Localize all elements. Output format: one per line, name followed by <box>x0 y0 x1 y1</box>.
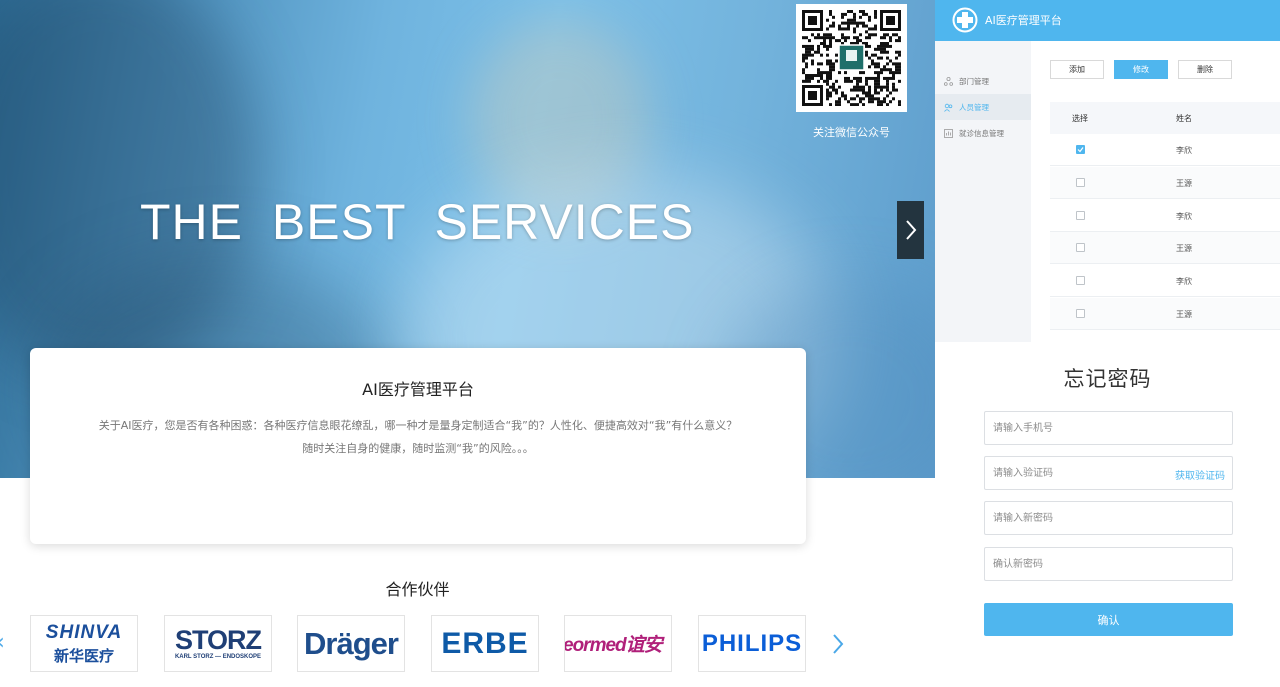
table-row[interactable]: 李欣 <box>1050 134 1280 166</box>
table-row[interactable]: 李欣 <box>1050 200 1280 232</box>
partners-next-button[interactable] <box>828 630 848 658</box>
table-header: 选择 姓名 <box>1050 102 1280 134</box>
partner-logo-drager[interactable]: Dräger <box>297 615 405 672</box>
intro-text: 随时关注自身的健康，随时监测“我”的风险。。。 <box>302 442 534 455</box>
forgot-password-title: 忘记密码 <box>1063 367 1152 391</box>
edit-button[interactable]: 修改 <box>1114 60 1168 79</box>
code-field: 获取验证码 <box>984 456 1233 490</box>
department-icon <box>944 76 953 86</box>
sidebar-item-label: 人员管理 <box>959 102 989 112</box>
table-row[interactable]: 李欣 <box>1050 265 1280 297</box>
row-checkbox[interactable] <box>1076 276 1085 285</box>
partner-logo-erbe[interactable]: ERBE <box>431 615 539 672</box>
row-checkbox[interactable] <box>1076 145 1085 154</box>
row-name: 王源 <box>1176 179 1192 188</box>
row-checkbox[interactable] <box>1076 309 1085 318</box>
sidebar-item-label: 就诊信息管理 <box>959 128 1004 138</box>
logo-text: STORZ <box>174 625 262 655</box>
partner-logo-shinva[interactable]: SHINVA 新华医疗 <box>30 615 138 672</box>
intro-text: 关于AI医疗，您是否有各种困惑：各种医疗信息眼花缭乱，哪一种才是量身定制适合“我… <box>98 419 738 432</box>
new-password-input[interactable] <box>985 502 1165 534</box>
sidebar-item-staff[interactable]: 人员管理 <box>935 94 1031 120</box>
intro-card: AI医疗管理平台 关于AI医疗，您是否有各种困惑：各种医疗信息眼花缭乱，哪一种才… <box>30 348 806 544</box>
row-checkbox[interactable] <box>1076 211 1085 220</box>
verification-code-input[interactable] <box>985 457 1165 489</box>
row-name: 李欣 <box>1176 212 1192 221</box>
get-code-button[interactable]: 获取验证码 <box>1175 467 1225 482</box>
partners-title: 合作伙伴 <box>385 580 450 599</box>
wechat-qr-code <box>796 4 907 112</box>
add-button[interactable]: 添加 <box>1050 60 1104 79</box>
new-password-field <box>984 501 1233 535</box>
logo-text: PHILIPS <box>701 629 803 657</box>
qr-label: 关注微信公众号 <box>813 126 890 139</box>
partner-logo-philips[interactable]: PHILIPS <box>698 615 806 672</box>
partner-logo-aeonmed[interactable]: eormed谊安 <box>564 615 672 672</box>
chevron-right-icon <box>905 220 916 240</box>
partner-logo-storz[interactable]: STORZ KARL STORZ — ENDOSKOPE <box>164 615 272 672</box>
phone-field <box>984 411 1233 445</box>
partners-prev-button[interactable]: ‹ <box>0 630 5 655</box>
sidebar-item-visits[interactable]: 就诊信息管理 <box>935 120 1031 146</box>
table-row[interactable]: 王源 <box>1050 232 1280 264</box>
confirm-button[interactable]: 确认 <box>984 603 1233 636</box>
delete-button[interactable]: 删除 <box>1178 60 1232 79</box>
logo-subtext: 新华医疗 <box>53 647 114 665</box>
column-header-select: 选择 <box>1072 114 1088 123</box>
admin-panel: AI医疗管理平台 部门管理 人员管理 就诊信息管理 添加 修改 删除 选择 姓名… <box>935 0 1280 342</box>
qr-code-icon <box>802 10 901 107</box>
hero-title: THE BEST SERVICES <box>140 194 695 250</box>
admin-title: AI医疗管理平台 <box>985 14 1062 27</box>
row-name: 王源 <box>1176 244 1192 253</box>
logo-text: Dräger <box>304 625 399 661</box>
report-icon <box>944 128 953 138</box>
confirm-password-input[interactable] <box>985 548 1165 580</box>
sidebar-item-label: 部门管理 <box>959 76 989 86</box>
users-icon <box>944 103 953 112</box>
chevron-right-icon <box>833 634 844 654</box>
row-name: 李欣 <box>1176 146 1192 155</box>
phone-input[interactable] <box>985 412 1165 444</box>
row-name: 王源 <box>1176 310 1192 319</box>
row-name: 李欣 <box>1176 277 1192 286</box>
confirm-password-field <box>984 547 1233 581</box>
carousel-next-button[interactable] <box>897 201 924 259</box>
logo-text: ERBE <box>441 626 529 660</box>
page-root: THE BEST SERVICES 关注微信公众号 AI医疗管理平台 关于AI医… <box>0 0 1280 687</box>
column-header-name: 姓名 <box>1176 114 1192 123</box>
logo-subtext: KARL STORZ — ENDOSKOPE <box>174 654 262 660</box>
table-row[interactable]: 王源 <box>1050 167 1280 199</box>
admin-sidebar: 部门管理 人员管理 就诊信息管理 <box>935 41 1031 342</box>
row-checkbox[interactable] <box>1076 178 1085 187</box>
logo-text: eormed谊安 <box>564 635 663 656</box>
row-checkbox[interactable] <box>1076 243 1085 252</box>
sidebar-item-departments[interactable]: 部门管理 <box>935 68 1031 94</box>
intro-title: AI医疗管理平台 <box>362 380 474 399</box>
admin-header: AI医疗管理平台 <box>935 0 1280 41</box>
logo-text: SHINVA <box>45 621 123 643</box>
table-row[interactable]: 王源 <box>1050 298 1280 330</box>
check-icon <box>1077 147 1084 153</box>
hospital-logo-icon <box>952 7 978 33</box>
